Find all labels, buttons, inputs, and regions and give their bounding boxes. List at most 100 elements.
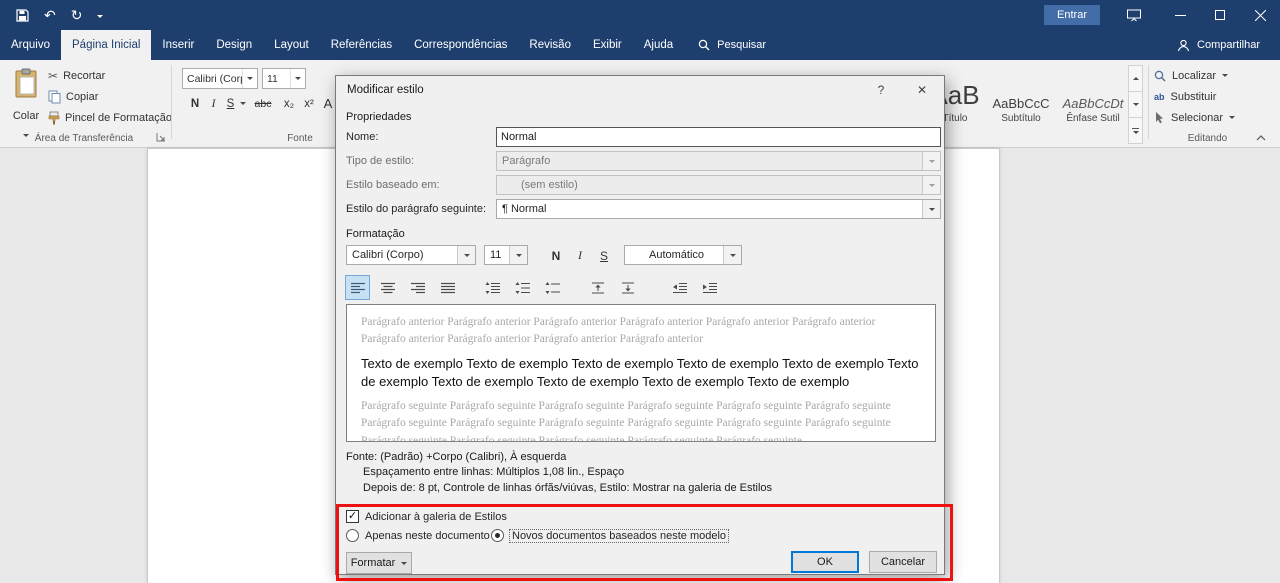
add-to-gallery-checkbox[interactable]: ✓ Adicionar à galeria de Estilos: [346, 510, 507, 523]
single-spacing-button[interactable]: [481, 276, 504, 299]
replace-button[interactable]: ab Substituir: [1154, 87, 1216, 106]
redo-icon[interactable]: ↻: [71, 8, 83, 22]
style-card-enfase-sutil[interactable]: AaBbCcDt Ênfase Sutil: [1056, 66, 1130, 126]
double-spacing-button[interactable]: [541, 276, 564, 299]
select-button[interactable]: Selecionar: [1154, 108, 1235, 127]
underline-dropdown-icon[interactable]: [238, 94, 248, 113]
undo-icon[interactable]: ↶: [44, 8, 56, 22]
bold-button[interactable]: N: [186, 94, 204, 113]
new-documents-label: Novos documentos baseados neste modelo: [508, 528, 730, 543]
formatting-section-label: Formatação: [346, 228, 405, 240]
paste-button[interactable]: Colar: [6, 65, 46, 139]
properties-section-label: Propriedades: [346, 111, 412, 123]
copy-button[interactable]: Copiar: [48, 87, 98, 106]
tab-inserir[interactable]: Inserir: [151, 30, 205, 60]
dialog-close-icon[interactable]: ✕: [900, 76, 944, 103]
format-underline-button[interactable]: S: [594, 246, 614, 265]
save-icon[interactable]: [16, 8, 29, 22]
find-button[interactable]: Localizar: [1154, 66, 1229, 85]
font-size-value: 11: [267, 72, 278, 85]
decrease-indent-button[interactable]: [668, 276, 691, 299]
collapse-ribbon-icon[interactable]: [1256, 135, 1266, 141]
style-preview: AaBbCcDt: [1062, 96, 1124, 111]
select-label: Selecionar: [1171, 111, 1223, 124]
format-dropdown-icon: [401, 561, 408, 565]
chevron-down-icon: [290, 69, 305, 88]
decrease-paragraph-spacing-button[interactable]: [616, 276, 639, 299]
ribbon-display-options-icon[interactable]: [1126, 9, 1142, 22]
tab-referencias[interactable]: Referências: [320, 30, 403, 60]
new-documents-radio[interactable]: Novos documentos baseados neste modelo: [491, 528, 730, 543]
align-center-button[interactable]: [376, 276, 399, 299]
format-size-combo[interactable]: 11: [484, 245, 528, 265]
chevron-down-icon: [922, 176, 940, 194]
font-name-combo[interactable]: Calibri (Corp: [182, 68, 258, 89]
increase-indent-button[interactable]: [698, 276, 721, 299]
tab-layout[interactable]: Layout: [263, 30, 320, 60]
ok-button[interactable]: OK: [791, 551, 859, 573]
tab-pagina-inicial[interactable]: Página Inicial: [61, 30, 152, 60]
paste-label: Colar: [12, 110, 40, 122]
strikethrough-button[interactable]: abc: [250, 94, 276, 113]
modify-style-dialog: Modificar estilo ? ✕ Propriedades Nome: …: [335, 75, 945, 575]
style-name-input[interactable]: [496, 127, 941, 147]
name-label: Nome:: [346, 131, 379, 143]
tab-arquivo[interactable]: Arquivo: [0, 30, 61, 60]
cancel-button[interactable]: Cancelar: [869, 551, 937, 573]
grow-font-button[interactable]: A: [320, 94, 336, 113]
subscript-button[interactable]: x₂: [280, 94, 298, 113]
align-right-button[interactable]: [406, 276, 429, 299]
share-label: Compartilhar: [1197, 39, 1260, 51]
format-font-combo[interactable]: Calibri (Corpo): [346, 245, 476, 265]
maximize-button[interactable]: [1200, 0, 1240, 30]
clipboard-dialog-launcher-icon[interactable]: [156, 132, 166, 142]
style-description: Fonte: (Padrão) +Corpo (Calibri), À esqu…: [346, 450, 938, 496]
dialog-help-button[interactable]: ?: [862, 76, 900, 103]
select-arrow-icon: [1154, 111, 1165, 124]
sign-in-button[interactable]: Entrar: [1044, 5, 1100, 25]
format-menu-label: Formatar: [350, 557, 396, 569]
align-justify-button[interactable]: [436, 276, 459, 299]
one-half-spacing-button[interactable]: [511, 276, 534, 299]
styles-more-button[interactable]: [1128, 117, 1143, 144]
minimize-button[interactable]: [1160, 0, 1200, 30]
style-label: Subtítulo: [1001, 113, 1041, 124]
superscript-button[interactable]: x²: [300, 94, 318, 113]
based-on-value: (sem estilo): [521, 179, 578, 191]
based-on-label: Estilo baseado em:: [346, 179, 440, 191]
customize-qat-icon[interactable]: [97, 9, 104, 21]
format-italic-button[interactable]: I: [570, 246, 590, 265]
search-icon: [698, 39, 710, 51]
description-line: Fonte: (Padrão) +Corpo (Calibri), À esqu…: [346, 451, 567, 463]
tab-revisao[interactable]: Revisão: [518, 30, 582, 60]
format-menu-button[interactable]: Formatar: [346, 552, 412, 574]
close-button[interactable]: [1240, 0, 1280, 30]
next-paragraph-style-combo[interactable]: ¶ Normal: [496, 199, 941, 219]
share-button[interactable]: Compartilhar: [1177, 30, 1280, 60]
increase-paragraph-spacing-button[interactable]: [586, 276, 609, 299]
cut-button[interactable]: ✂ Recortar: [48, 66, 105, 85]
format-bold-button[interactable]: N: [546, 246, 566, 265]
group-separator: [1148, 65, 1149, 139]
radio-unselected-icon: [346, 529, 359, 542]
only-this-document-radio[interactable]: Apenas neste documento: [346, 529, 490, 542]
styles-scroll-up-button[interactable]: [1128, 65, 1143, 92]
search-label: Pesquisar: [717, 39, 767, 51]
align-left-button[interactable]: [345, 275, 370, 300]
search-box[interactable]: Pesquisar: [698, 30, 766, 60]
tab-design[interactable]: Design: [205, 30, 263, 60]
style-card-subtitulo[interactable]: AaBbCcC Subtítulo: [988, 66, 1054, 126]
tab-correspondencias[interactable]: Correspondências: [403, 30, 518, 60]
font-color-combo[interactable]: Automático: [624, 245, 742, 265]
underline-button[interactable]: S: [223, 94, 238, 113]
tab-ajuda[interactable]: Ajuda: [633, 30, 684, 60]
tab-exibir[interactable]: Exibir: [582, 30, 633, 60]
copy-label: Copiar: [66, 90, 99, 103]
font-size-combo[interactable]: 11: [262, 68, 306, 89]
search-icon: [1154, 70, 1166, 82]
find-label: Localizar: [1172, 69, 1217, 82]
only-this-document-label: Apenas neste documento: [365, 529, 490, 542]
styles-scroll-down-button[interactable]: [1128, 91, 1143, 118]
italic-button[interactable]: I: [206, 94, 221, 113]
format-painter-button[interactable]: Pincel de Formatação: [48, 108, 172, 127]
